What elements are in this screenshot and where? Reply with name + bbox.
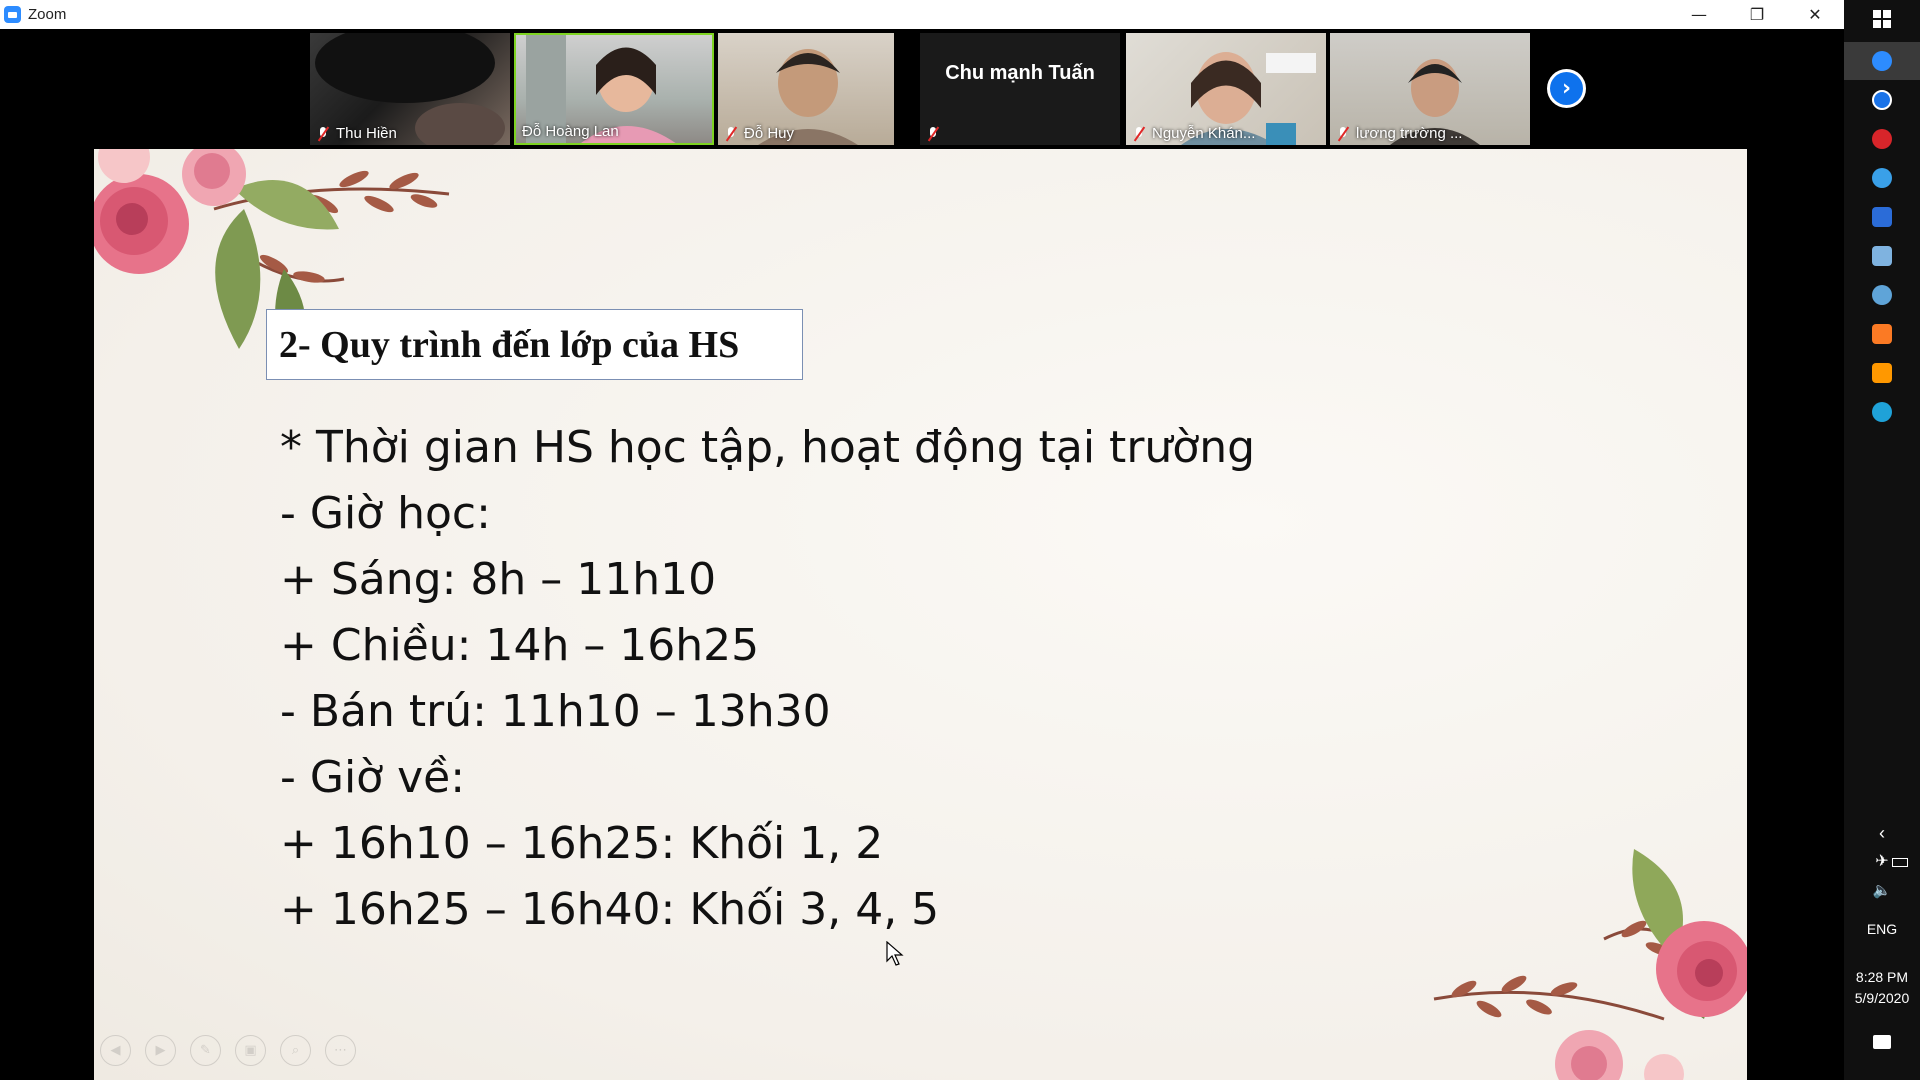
muted-mic-icon xyxy=(1336,126,1350,142)
window-app-icon[interactable] xyxy=(1844,198,1920,236)
participant-name: Thu Hiền xyxy=(336,125,397,142)
window-controls: — ❐ ✕ xyxy=(1670,0,1844,29)
language-indicator[interactable]: ENG xyxy=(1844,921,1920,937)
muted-mic-icon xyxy=(926,126,940,142)
battery-icon[interactable] xyxy=(1892,858,1908,867)
navigation-icon[interactable] xyxy=(1844,159,1920,197)
flower-decoration xyxy=(1433,849,1747,1080)
mouse-cursor-icon xyxy=(886,941,904,966)
zoom-icon[interactable]: ⌕ xyxy=(280,1035,311,1066)
window-title-bar: Zoom — ❐ ✕ xyxy=(0,0,1844,29)
slide-line: * Thời gian HS học tập, hoạt động tại tr… xyxy=(280,422,1256,473)
close-button[interactable]: ✕ xyxy=(1786,0,1844,29)
slide-line: + 16h10 – 16h25: Khối 1, 2 xyxy=(280,818,884,869)
photos-icon[interactable] xyxy=(1844,237,1920,275)
participant-name: Đỗ Huy xyxy=(744,125,795,142)
restore-button[interactable]: ❐ xyxy=(1728,0,1786,29)
shared-slide: 2- Quy trình đến lớp của HS * Thời gian … xyxy=(94,149,1747,1080)
participant-tile[interactable]: Thu Hiền xyxy=(310,33,510,145)
participant-tile[interactable]: lương trường ... xyxy=(1330,33,1530,145)
slide-content: * Thời gian HS học tập, hoạt động tại tr… xyxy=(280,415,1255,943)
clock-time[interactable]: 8:28 PM xyxy=(1844,969,1920,985)
sublime-icon[interactable] xyxy=(1844,354,1920,392)
participant-tile[interactable]: Chu mạnh Tuấn xyxy=(920,33,1120,145)
windows-taskbar: ‹ ✈ 🔈 ENG 8:28 PM 5/9/2020 xyxy=(1844,0,1920,1080)
edge-icon[interactable] xyxy=(1844,393,1920,431)
muted-mic-icon xyxy=(1132,126,1146,142)
participant-name-placeholder: Chu mạnh Tuấn xyxy=(945,61,1095,84)
chevron-right-icon: › xyxy=(1550,72,1583,105)
slide-line: - Bán trú: 11h10 – 13h30 xyxy=(280,686,831,737)
notifications-icon[interactable] xyxy=(1873,1035,1891,1049)
slide-title: 2- Quy trình đến lớp của HS xyxy=(279,323,740,366)
volume-icon[interactable]: 🔈 xyxy=(1844,881,1920,899)
slide-toolbar: ◀ ▶ ✎ ▣ ⌕ ⋯ xyxy=(100,1035,356,1066)
more-icon[interactable]: ⋯ xyxy=(325,1035,356,1066)
xampp-icon[interactable] xyxy=(1844,315,1920,353)
windows-start-icon[interactable] xyxy=(1844,0,1920,38)
slide-line: - Giờ về: xyxy=(280,752,466,803)
window-title: Zoom xyxy=(28,6,67,23)
slide-line: - Giờ học: xyxy=(280,488,491,539)
previous-icon[interactable]: ◀ xyxy=(100,1035,131,1066)
participant-name: Đỗ Hoàng Lan xyxy=(522,123,619,140)
pen-icon[interactable]: ✎ xyxy=(190,1035,221,1066)
minimize-button[interactable]: — xyxy=(1670,0,1728,29)
muted-mic-icon xyxy=(316,126,330,142)
settings-icon[interactable] xyxy=(1844,276,1920,314)
slide-line: + Chiều: 14h – 16h25 xyxy=(280,620,760,671)
participant-tile[interactable]: Đỗ Huy xyxy=(718,33,894,145)
airplane-mode-icon[interactable]: ✈ xyxy=(1844,851,1920,871)
slide-line: + 16h25 – 16h40: Khối 3, 4, 5 xyxy=(280,884,940,935)
participant-name: Nguyễn Khán... xyxy=(1152,125,1256,142)
show-hidden-icons-icon[interactable]: ‹ xyxy=(1844,823,1920,844)
next-participants-button[interactable]: › xyxy=(1547,69,1586,108)
participant-name: lương trường ... xyxy=(1356,125,1463,142)
next-icon[interactable]: ▶ xyxy=(145,1035,176,1066)
muted-mic-icon xyxy=(724,126,738,142)
screen-recorder-icon[interactable] xyxy=(1844,120,1920,158)
zoom-app-icon[interactable] xyxy=(1844,42,1920,80)
participant-tile[interactable]: Nguyễn Khán... xyxy=(1126,33,1326,145)
participant-tile[interactable]: Đỗ Hoàng Lan xyxy=(514,33,714,145)
slide-title-box: 2- Quy trình đến lớp của HS xyxy=(266,309,803,380)
slides-icon[interactable]: ▣ xyxy=(235,1035,266,1066)
zalo-icon[interactable] xyxy=(1844,81,1920,119)
slide-line: + Sáng: 8h – 11h10 xyxy=(280,554,717,605)
clock-date[interactable]: 5/9/2020 xyxy=(1844,990,1920,1006)
zoom-logo-icon xyxy=(4,6,21,23)
